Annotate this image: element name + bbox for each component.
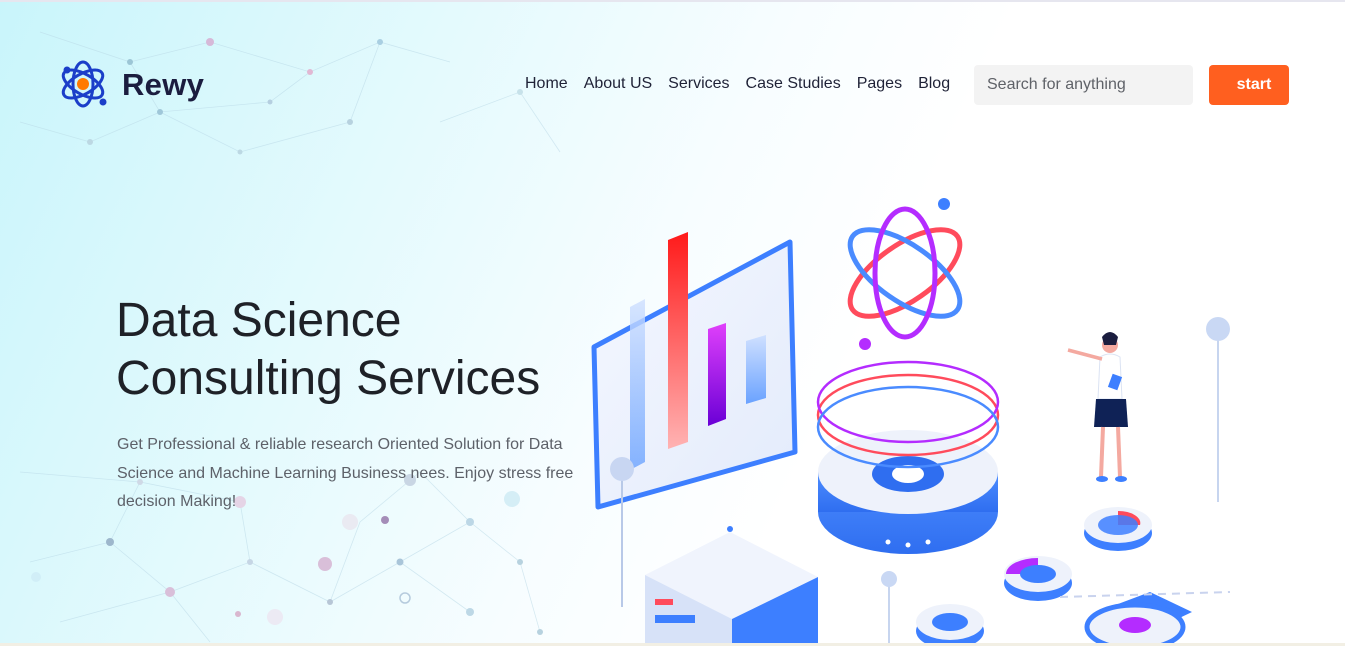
brand-logo[interactable]: Rewy bbox=[58, 56, 204, 114]
start-button[interactable]: start bbox=[1209, 65, 1289, 105]
hero-title-line-2: Consulting Services bbox=[116, 352, 541, 405]
main-nav: Home About US Services Case Studies Page… bbox=[525, 74, 966, 94]
hero-title-line-1: Data Science bbox=[116, 294, 402, 347]
nav-blog[interactable]: Blog bbox=[918, 74, 950, 94]
nav-home[interactable]: Home bbox=[525, 74, 568, 94]
search-input[interactable] bbox=[974, 65, 1193, 105]
data-cylinder bbox=[816, 360, 1000, 554]
page: Rewy Home About US Services Case Studies… bbox=[0, 0, 1345, 646]
nav-services[interactable]: Services bbox=[668, 74, 729, 94]
atom-icon bbox=[61, 60, 107, 108]
brand-name: Rewy bbox=[122, 67, 205, 102]
nav-case-studies[interactable]: Case Studies bbox=[746, 74, 841, 94]
nav-about-us[interactable]: About US bbox=[584, 74, 652, 94]
hero-description: Get Professional & reliable research Ori… bbox=[117, 436, 574, 510]
data-science-illustration bbox=[591, 198, 1231, 646]
nav-pages[interactable]: Pages bbox=[857, 74, 902, 94]
presenter-figure bbox=[1067, 332, 1128, 482]
atom-graphic bbox=[847, 198, 963, 350]
hero-title: Data Science Consulting Services bbox=[116, 292, 586, 408]
server-box bbox=[645, 526, 818, 646]
